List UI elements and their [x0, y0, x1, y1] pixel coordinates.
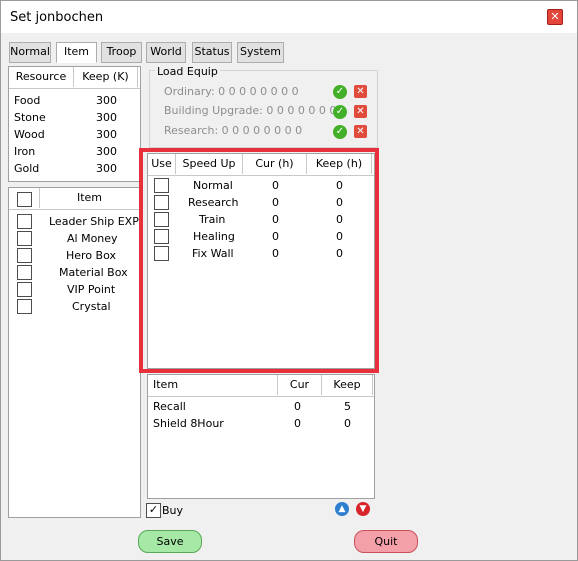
building-upgrade-check-icon[interactable]: ✓: [333, 105, 347, 119]
title-bar: Set jonbochen ✕: [1, 1, 577, 33]
consumable-keep: 0: [344, 417, 351, 430]
item-name: Hero Box: [66, 249, 116, 262]
resource-name: Food: [14, 94, 41, 107]
item-checkbox[interactable]: [17, 265, 32, 280]
research-check-icon[interactable]: ✓: [333, 125, 347, 139]
resource-name: Wood: [14, 128, 45, 141]
item-checkbox[interactable]: [17, 248, 32, 263]
tab-normal[interactable]: Normal: [9, 42, 51, 63]
tab-status[interactable]: Status: [192, 42, 232, 63]
resource-header[interactable]: Resource: [9, 67, 74, 87]
item-name: Material Box: [59, 266, 128, 279]
research-cross-icon[interactable]: ✕: [354, 125, 367, 138]
resource-keep: 300: [96, 94, 117, 107]
close-icon[interactable]: ✕: [547, 9, 563, 25]
buy-checkbox[interactable]: ✓: [146, 503, 161, 518]
consumable-cur: 0: [294, 417, 301, 430]
item-header[interactable]: Item: [40, 188, 140, 208]
highlight-box: [139, 148, 379, 373]
item-checkbox[interactable]: [17, 231, 32, 246]
consumable-list[interactable]: Item Cur Keep Recall 0 5 Shield 8Hour 0 …: [147, 374, 375, 499]
arrow-up-icon[interactable]: ▲: [335, 502, 349, 516]
tab-system[interactable]: System: [237, 42, 284, 63]
consumable-item-header[interactable]: Item: [148, 375, 278, 395]
resource-list[interactable]: Resource Keep (K) Food 300 Stone 300 Woo…: [8, 66, 141, 182]
item-list[interactable]: Item Leader Ship EXP Al Money Hero Box M…: [8, 187, 141, 518]
ordinary-equip-label: Ordinary: 0 0 0 0 0 0 0 0: [164, 85, 299, 98]
consumable-cur-header[interactable]: Cur: [278, 375, 322, 395]
load-equip-label: Load Equip: [155, 65, 220, 78]
consumable-name: Recall: [153, 400, 186, 413]
tab-world[interactable]: World: [146, 42, 186, 63]
ordinary-check-icon[interactable]: ✓: [333, 85, 347, 99]
building-upgrade-cross-icon[interactable]: ✕: [354, 105, 367, 118]
quit-button[interactable]: Quit: [354, 530, 418, 553]
item-name: Crystal: [72, 300, 111, 313]
resource-name: Iron: [14, 145, 36, 158]
resource-name: Stone: [14, 111, 46, 124]
resource-keep: 300: [96, 128, 117, 141]
window-title: Set jonbochen: [10, 10, 104, 25]
settings-window: Set jonbochen ✕ Normal Item Troop World …: [0, 0, 578, 561]
item-name: VIP Point: [67, 283, 116, 296]
arrow-down-icon[interactable]: ▼: [356, 502, 370, 516]
buy-label: Buy: [162, 504, 184, 517]
consumable-keep: 5: [344, 400, 351, 413]
item-checkbox[interactable]: [17, 214, 32, 229]
consumable-cur: 0: [294, 400, 301, 413]
consumable-keep-header[interactable]: Keep: [322, 375, 373, 395]
resource-keep: 300: [96, 162, 117, 175]
item-checkbox[interactable]: [17, 299, 32, 314]
save-button[interactable]: Save: [138, 530, 202, 553]
select-all-header[interactable]: [9, 188, 40, 208]
consumable-name: Shield 8Hour: [153, 417, 224, 430]
ordinary-cross-icon[interactable]: ✕: [354, 85, 367, 98]
keep-header[interactable]: Keep (K): [74, 67, 138, 87]
item-checkbox[interactable]: [17, 282, 32, 297]
item-name: Al Money: [67, 232, 118, 245]
resource-name: Gold: [14, 162, 40, 175]
resource-keep: 300: [96, 111, 117, 124]
building-upgrade-equip-label: Building Upgrade: 0 0 0 0 0 0 0: [164, 104, 337, 117]
select-all-checkbox[interactable]: [17, 192, 32, 207]
research-equip-label: Research: 0 0 0 0 0 0 0 0: [164, 124, 303, 137]
tab-troop[interactable]: Troop: [101, 42, 142, 63]
item-name: Leader Ship EXP: [49, 215, 139, 228]
tab-item[interactable]: Item: [56, 42, 97, 63]
resource-keep: 300: [96, 145, 117, 158]
